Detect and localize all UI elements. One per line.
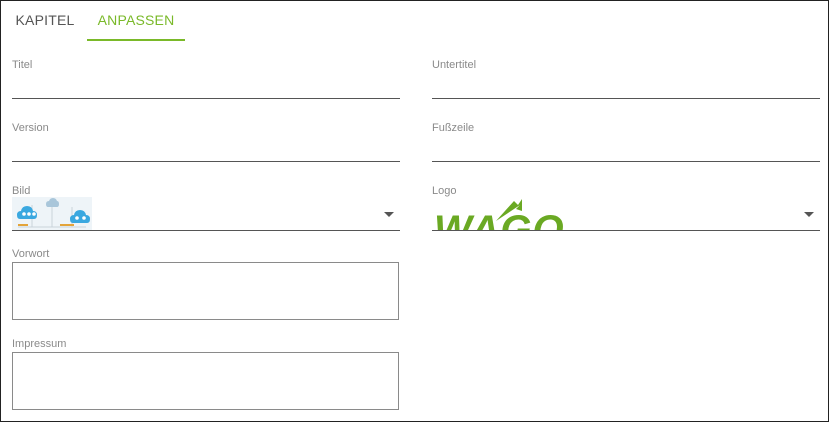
untertitel-input[interactable] <box>432 73 820 99</box>
titel-label: Titel <box>12 59 33 71</box>
customize-panel: KAPITEL ANPASSEN Titel Untertitel Versio… <box>0 0 829 422</box>
fusszeile-label: Fußzeile <box>432 122 475 134</box>
logo-label: Logo <box>432 185 457 197</box>
bild-label: Bild <box>12 185 31 197</box>
logo-select[interactable]: WAGO <box>432 197 820 231</box>
bild-select[interactable] <box>12 197 400 231</box>
fusszeile-field: Fußzeile <box>432 122 820 168</box>
version-label: Version <box>12 122 49 134</box>
wago-logo: WAGO <box>432 197 592 231</box>
vorwort-label: Vorwort <box>12 248 50 260</box>
tab-kapitel[interactable]: KAPITEL <box>11 1 79 41</box>
version-field: Version <box>12 122 400 168</box>
vorwort-field: Vorwort <box>12 248 400 322</box>
logo-field: Logo WAGO <box>432 185 820 231</box>
vorwort-textarea[interactable] <box>12 262 399 320</box>
tab-bar: KAPITEL ANPASSEN <box>1 1 828 41</box>
chevron-down-icon <box>804 212 814 217</box>
wago-logo-text: WAGO <box>434 208 565 231</box>
chevron-down-icon <box>384 212 394 217</box>
impressum-textarea[interactable] <box>12 352 399 410</box>
impressum-label: Impressum <box>12 338 67 350</box>
untertitel-field: Untertitel <box>432 59 820 105</box>
titel-field: Titel <box>12 59 400 105</box>
version-input[interactable] <box>12 136 400 162</box>
fusszeile-input[interactable] <box>432 136 820 162</box>
cloud-network-thumbnail-icon <box>12 197 92 230</box>
tab-anpassen[interactable]: ANPASSEN <box>87 1 185 41</box>
untertitel-label: Untertitel <box>432 59 477 71</box>
impressum-field: Impressum <box>12 338 400 412</box>
titel-input[interactable] <box>12 73 400 99</box>
bild-field: Bild <box>12 185 400 231</box>
